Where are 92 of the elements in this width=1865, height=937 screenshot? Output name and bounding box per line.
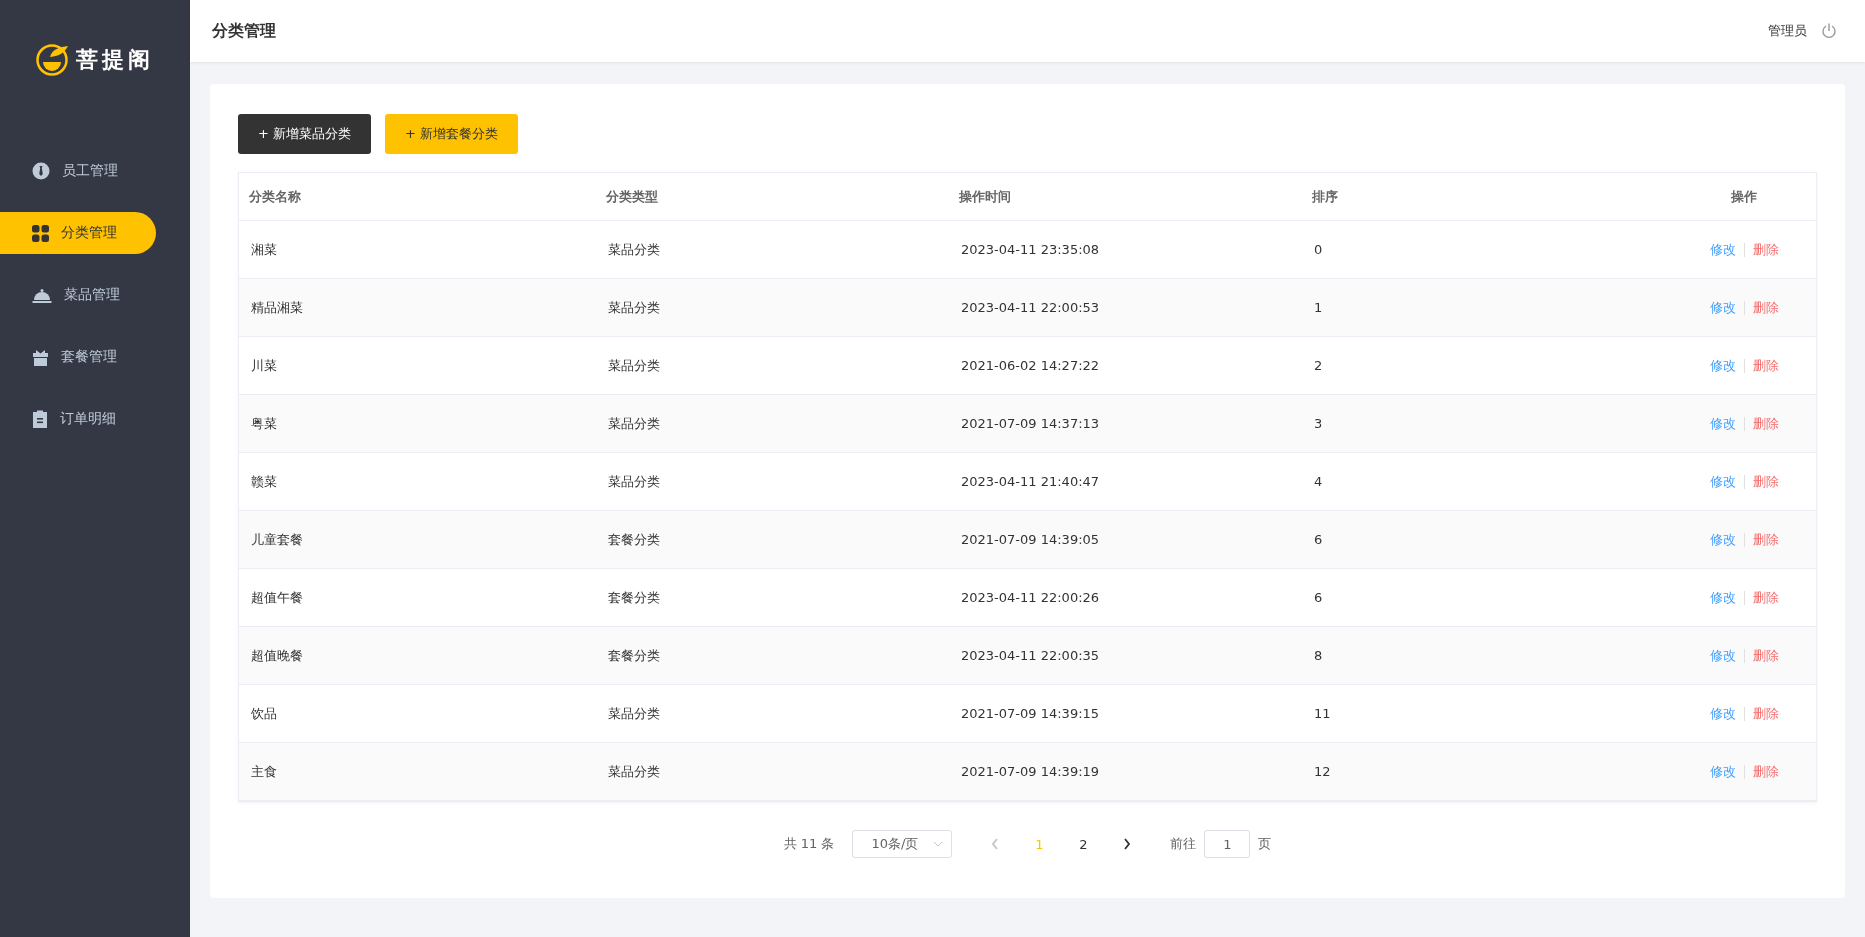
column-header: 操作时间 <box>959 187 1012 206</box>
table-cell-text: 套餐分类 <box>607 646 661 665</box>
user-name: 管理员 <box>1768 22 1807 40</box>
table-cell-text: 2021-07-09 14:37:13 <box>960 416 1101 431</box>
table-cell-text: 2023-04-11 23:35:08 <box>960 242 1101 257</box>
sidebar-item[interactable]: 员工管理 <box>0 150 156 192</box>
delete-link[interactable]: 删除 <box>1752 530 1779 549</box>
delete-link[interactable]: 删除 <box>1752 356 1779 375</box>
brand-name: 菩提阁 <box>76 46 154 74</box>
table-cell-text: 2021-07-09 14:39:05 <box>960 532 1101 547</box>
edit-link[interactable]: 修改 <box>1709 240 1736 259</box>
edit-link[interactable]: 修改 <box>1709 704 1736 723</box>
column-header: 操作 <box>1731 187 1757 206</box>
delete-link[interactable]: 删除 <box>1752 762 1779 781</box>
edit-link[interactable]: 修改 <box>1709 298 1736 317</box>
cloche-icon <box>32 286 52 304</box>
sidebar-item[interactable]: 菜品管理 <box>0 274 156 316</box>
edit-link[interactable]: 修改 <box>1709 414 1736 433</box>
page-size-select[interactable]: 10条/页 <box>852 830 953 858</box>
sidebar-item[interactable]: 订单明细 <box>0 398 156 440</box>
table-cell-text: 菜品分类 <box>607 356 661 375</box>
table-cell-text: 1 <box>1313 300 1324 315</box>
power-icon[interactable] <box>1821 23 1837 39</box>
edit-link[interactable]: 修改 <box>1709 646 1736 665</box>
table-cell-text: 菜品分类 <box>607 762 661 781</box>
table-cell-text: 赣菜 <box>250 472 278 491</box>
table-cell-text: 4 <box>1313 474 1324 489</box>
table-cell-text: 2023-04-11 22:00:35 <box>960 648 1101 663</box>
table-cell-text: 2023-04-11 22:00:26 <box>960 590 1101 605</box>
clipboard-icon <box>32 410 48 428</box>
edit-link[interactable]: 修改 <box>1709 356 1736 375</box>
add-button[interactable]: + 新增菜品分类 <box>238 114 372 154</box>
page-title: 分类管理 <box>212 20 276 42</box>
table-cell-text: 菜品分类 <box>607 240 661 259</box>
column-header: 分类类型 <box>606 187 659 206</box>
table-cell-text: 6 <box>1313 590 1324 605</box>
delete-link[interactable]: 删除 <box>1752 414 1779 433</box>
table-cell-text: 0 <box>1313 242 1324 257</box>
edit-link[interactable]: 修改 <box>1709 530 1736 549</box>
delete-link[interactable]: 删除 <box>1752 704 1779 723</box>
chevron-right-icon <box>1123 838 1132 850</box>
table-cell-text: 菜品分类 <box>607 472 661 491</box>
delete-link[interactable]: 删除 <box>1752 646 1779 665</box>
table-cell-text: 儿童套餐 <box>250 530 304 549</box>
table-cell-text: 2 <box>1313 358 1324 373</box>
table-cell-text: 川菜 <box>250 356 278 375</box>
table-cell-text: 2023-04-11 22:00:53 <box>960 300 1101 315</box>
page-number[interactable]: 2 <box>1068 830 1099 858</box>
add-button[interactable]: + 新增套餐分类 <box>385 114 519 154</box>
table-cell-text: 2021-07-09 14:39:19 <box>960 764 1101 779</box>
total-count: 共 11 条 <box>783 835 835 853</box>
chevron-left-icon <box>991 838 1000 850</box>
gift-icon <box>32 348 49 366</box>
delete-link[interactable]: 删除 <box>1752 472 1779 491</box>
page-suffix: 页 <box>1258 835 1272 853</box>
table-cell-text: 2021-07-09 14:39:15 <box>960 706 1101 721</box>
delete-link[interactable]: 删除 <box>1752 298 1779 317</box>
table-cell-text: 超值晚餐 <box>250 646 304 665</box>
grid-icon <box>32 224 49 242</box>
goto-label: 前往 <box>1170 835 1197 853</box>
table-cell-text: 菜品分类 <box>607 704 661 723</box>
table-cell-text: 饮品 <box>250 704 278 723</box>
logo-icon <box>36 43 70 77</box>
delete-link[interactable]: 删除 <box>1752 240 1779 259</box>
table-cell-text: 超值午餐 <box>250 588 304 607</box>
table-cell-text: 主食 <box>250 762 278 781</box>
table-cell-text: 粤菜 <box>250 414 278 433</box>
table-cell-text: 11 <box>1313 706 1332 721</box>
table-cell-text: 湘菜 <box>250 240 278 259</box>
table-cell-text: 精品湘菜 <box>250 298 304 317</box>
table-cell-text: 12 <box>1313 764 1332 779</box>
edit-link[interactable]: 修改 <box>1709 762 1736 781</box>
delete-link[interactable]: 删除 <box>1752 588 1779 607</box>
page-number[interactable]: 1 <box>1024 830 1055 858</box>
table-cell-text: 2023-04-11 21:40:47 <box>960 474 1101 489</box>
column-header: 分类名称 <box>249 187 302 206</box>
table-cell-text: 菜品分类 <box>607 414 661 433</box>
table-cell-text: 菜品分类 <box>607 298 661 317</box>
table-cell-text: 套餐分类 <box>607 588 661 607</box>
table-cell-text: 套餐分类 <box>607 530 661 549</box>
edit-link[interactable]: 修改 <box>1709 588 1736 607</box>
tie-icon <box>32 162 50 180</box>
table-cell-text: 8 <box>1313 648 1324 663</box>
table-cell-text: 3 <box>1313 416 1324 431</box>
table-cell-text: 6 <box>1313 532 1324 547</box>
chevron-down-icon <box>933 841 944 847</box>
sidebar-item[interactable]: 套餐管理 <box>0 336 156 378</box>
column-header: 排序 <box>1312 187 1339 206</box>
table-cell-text: 2021-06-02 14:27:22 <box>960 358 1101 373</box>
edit-link[interactable]: 修改 <box>1709 472 1736 491</box>
page-input[interactable]: 1 <box>1204 830 1251 858</box>
sidebar-item[interactable]: 分类管理 <box>0 212 156 254</box>
